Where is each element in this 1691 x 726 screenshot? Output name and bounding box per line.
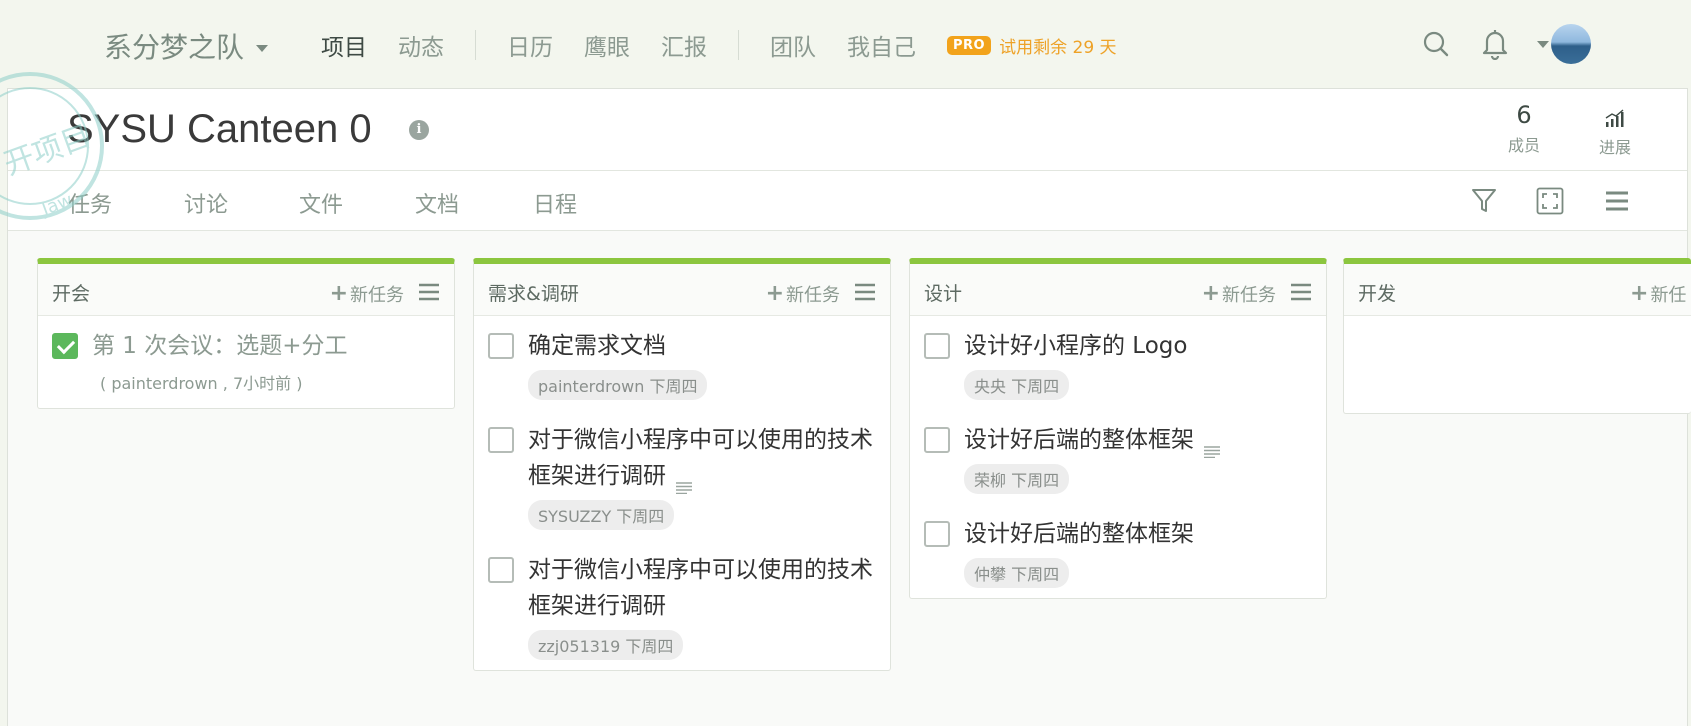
task-title[interactable]: 设计好小程序的 Logo	[964, 316, 1312, 364]
column-meeting: 开会 + 新任务 第 1 次会议：选题+分工 ( painterdrown , 7…	[37, 258, 455, 409]
task-title[interactable]: 第 1 次会议：选题+分工	[92, 316, 440, 364]
tab-schedule[interactable]: 日程	[533, 187, 577, 219]
column-title: 设计	[924, 283, 963, 305]
task-title: 对于微信小程序中可以使用的技术框架进行调研	[528, 427, 873, 489]
plus-icon: +	[1201, 281, 1220, 306]
task-assignee-tag: SYSUZZY 下周四	[528, 500, 675, 530]
task-title: 设计好后端的整体框架	[964, 427, 1194, 453]
nav-calendar[interactable]: 日历	[507, 28, 553, 62]
task-checkbox[interactable]	[924, 427, 950, 453]
nav-hawkeye[interactable]: 鹰眼	[584, 28, 630, 62]
task-assignee-tag: 央央 下周四	[964, 370, 1070, 400]
new-task-label: 新任务	[1222, 285, 1276, 306]
task-card[interactable]: 确定需求文档 painterdrown 下周四	[474, 316, 890, 410]
column-header: 开发 + 新任	[1344, 264, 1691, 316]
team-switcher[interactable]: 系分梦之队	[104, 26, 269, 66]
task-assignee-tag: 荣柳 下周四	[964, 464, 1070, 494]
column-title: 开发	[1358, 283, 1397, 305]
new-task-label: 新任务	[786, 285, 840, 306]
column-design: 设计 + 新任务 设计好小程序的 Logo 央央 下周四 设计好后端的整体框架 荣…	[909, 258, 1327, 599]
task-card[interactable]: 第 1 次会议：选题+分工 ( painterdrown , 7小时前 )	[38, 316, 454, 394]
new-task-button[interactable]: + 新任务	[1202, 281, 1276, 307]
new-task-label: 新任务	[350, 285, 404, 306]
main-nav: 项目 动态 日历 鹰眼 汇报 团队 我自己 PRO 试用剩余 29 天	[321, 28, 1117, 62]
project-title: SYSU Canteen 0	[67, 107, 372, 151]
task-title-wrap[interactable]: 对于微信小程序中可以使用的技术框架进行调研	[528, 410, 876, 494]
plus-icon: +	[329, 281, 348, 306]
bar-chart-icon	[1585, 101, 1645, 131]
task-assignee-tag: painterdrown 下周四	[528, 370, 708, 400]
fullscreen-icon[interactable]	[1536, 187, 1564, 215]
tab-tasks[interactable]: 任务	[68, 187, 112, 219]
plus-icon: +	[1630, 281, 1649, 306]
nav-activity[interactable]: 动态	[398, 28, 444, 62]
task-assignee-tag: 仲攀 下周四	[964, 558, 1070, 588]
task-checkbox[interactable]	[488, 333, 514, 359]
column-header: 设计 + 新任务	[910, 264, 1326, 316]
chevron-down-icon	[256, 44, 269, 52]
pro-badge: PRO	[947, 35, 992, 55]
task-checkbox[interactable]	[488, 427, 514, 453]
nav-team[interactable]: 团队	[770, 28, 816, 62]
task-card[interactable]: 对于微信小程序中可以使用的技术框架进行调研 SYSUZZY 下周四	[474, 410, 890, 540]
task-card[interactable]: 设计好后端的整体框架 荣柳 下周四	[910, 410, 1326, 504]
task-checkbox[interactable]	[488, 557, 514, 583]
column-development: 开发 + 新任	[1343, 258, 1691, 414]
trial-text: 试用剩余 29 天	[999, 37, 1117, 58]
menu-icon[interactable]	[1290, 283, 1312, 301]
note-icon	[1204, 433, 1220, 458]
team-name: 系分梦之队	[104, 31, 245, 64]
column-title: 开会	[52, 283, 91, 305]
nav-projects[interactable]: 项目	[321, 28, 367, 62]
task-card[interactable]: 对于微信小程序中可以使用的技术框架进行调研 zzj051319 下周四	[474, 540, 890, 670]
new-task-button[interactable]: + 新任务	[330, 281, 404, 307]
column-header: 需求&调研 + 新任务	[474, 264, 890, 316]
plus-icon: +	[765, 281, 784, 306]
menu-icon[interactable]	[854, 283, 876, 301]
top-navbar: 系分梦之队 项目 动态 日历 鹰眼 汇报 团队 我自己 PRO 试用剩余 29 …	[0, 0, 1691, 88]
column-header: 开会 + 新任务	[38, 264, 454, 316]
menu-icon[interactable]	[418, 283, 440, 301]
column-requirements: 需求&调研 + 新任务 确定需求文档 painterdrown 下周四 对于微信小…	[473, 258, 891, 671]
task-title[interactable]: 对于微信小程序中可以使用的技术框架进行调研	[528, 540, 876, 624]
new-task-button[interactable]: + 新任务	[766, 281, 840, 307]
project-tabs: 任务 讨论 文件 文档 日程	[8, 171, 1687, 231]
task-card[interactable]: 设计好后端的整体框架 仲攀 下周四	[910, 504, 1326, 598]
chevron-down-icon[interactable]	[1537, 41, 1549, 48]
task-checkbox[interactable]	[924, 333, 950, 359]
note-icon	[676, 469, 692, 494]
task-meta: ( painterdrown , 7小时前 )	[100, 374, 303, 393]
trial-status[interactable]: PRO 试用剩余 29 天	[947, 33, 1117, 58]
column-title: 需求&调研	[488, 283, 579, 305]
task-title-wrap[interactable]: 设计好后端的整体框架	[964, 410, 1312, 458]
avatar[interactable]	[1551, 24, 1591, 64]
nav-myself[interactable]: 我自己	[847, 28, 916, 62]
menu-icon[interactable]	[1604, 187, 1632, 215]
nav-divider	[738, 30, 739, 60]
progress-label: 进展	[1598, 138, 1631, 157]
tab-docs[interactable]: 文档	[415, 187, 459, 219]
task-checkbox[interactable]	[924, 521, 950, 547]
task-checkbox[interactable]	[52, 333, 78, 359]
tab-discussion[interactable]: 讨论	[184, 187, 228, 219]
members-label: 成员	[1507, 136, 1540, 155]
members-stat[interactable]: 6 成员	[1494, 101, 1554, 156]
new-task-label: 新任	[1650, 285, 1687, 306]
nav-report[interactable]: 汇报	[661, 28, 707, 62]
task-assignee-tag: zzj051319 下周四	[528, 630, 684, 660]
info-icon[interactable]: i	[409, 120, 429, 140]
task-title[interactable]: 设计好后端的整体框架	[964, 504, 1312, 552]
new-task-button[interactable]: + 新任	[1630, 281, 1686, 307]
tab-files[interactable]: 文件	[299, 187, 343, 219]
members-count: 6	[1516, 101, 1532, 129]
nav-divider	[475, 30, 476, 60]
search-icon[interactable]	[1422, 30, 1450, 58]
task-title[interactable]: 确定需求文档	[528, 316, 876, 364]
filter-icon[interactable]	[1471, 187, 1499, 215]
project-header: SYSU Canteen 0 i 6 成员 进展	[8, 89, 1687, 171]
bell-icon[interactable]	[1481, 28, 1509, 61]
task-card[interactable]: 设计好小程序的 Logo 央央 下周四	[910, 316, 1326, 410]
progress-stat[interactable]: 进展	[1585, 101, 1645, 158]
